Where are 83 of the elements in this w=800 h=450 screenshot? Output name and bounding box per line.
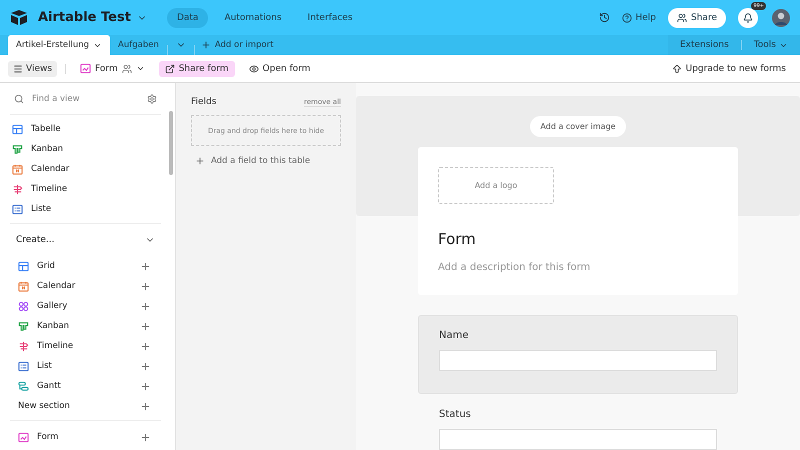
timeline-view-icon: [18, 340, 29, 352]
create-view-item[interactable]: Kanban: [37, 321, 132, 331]
plus-icon: [195, 156, 205, 166]
plus-icon[interactable]: [140, 260, 151, 272]
new-section-item[interactable]: New section: [18, 401, 132, 411]
add-field-button[interactable]: Add a field to this table: [191, 156, 314, 166]
view-switcher[interactable]: Form: [74, 60, 151, 77]
field-label: Name: [439, 330, 470, 341]
view-item[interactable]: Tabelle: [31, 124, 159, 134]
open-form-button[interactable]: Open form: [242, 60, 316, 76]
plus-icon[interactable]: [140, 380, 151, 392]
arrow-up-icon: [672, 64, 682, 74]
view-item[interactable]: Liste: [31, 204, 159, 214]
create-view-item[interactable]: Timeline: [37, 341, 132, 351]
create-view-item[interactable]: Form: [37, 432, 132, 442]
users-icon: [122, 64, 132, 74]
calendar-view-icon: [12, 164, 23, 174]
bell-icon: [743, 12, 753, 22]
cube-logo-icon: [10, 10, 28, 25]
add-logo-button[interactable]: Add a logo: [438, 167, 554, 204]
fields-title: Fields: [191, 97, 216, 107]
plus-icon[interactable]: [140, 340, 151, 352]
help-button[interactable]: Help: [616, 8, 662, 26]
view-item[interactable]: Calendar: [31, 164, 159, 174]
table-tab[interactable]: Artikel-Erstellung: [8, 35, 110, 55]
history-icon[interactable]: [599, 12, 610, 23]
gantt-view-icon: [18, 380, 29, 392]
view-item[interactable]: Kanban: [31, 144, 159, 154]
add-cover-button[interactable]: Add a cover image: [530, 116, 626, 137]
plus-icon[interactable]: [140, 280, 151, 292]
plus-icon[interactable]: [140, 300, 151, 312]
avatar-icon[interactable]: [772, 8, 790, 26]
create-view-item[interactable]: Gantt: [37, 381, 132, 391]
base-title[interactable]: Airtable Test: [38, 10, 131, 25]
plus-icon[interactable]: [140, 432, 151, 442]
create-heading[interactable]: Create...: [16, 235, 54, 245]
search-icon: [14, 94, 24, 104]
nav-tab[interactable]: Interfaces: [298, 8, 363, 28]
form-field[interactable]: Status: [418, 394, 738, 450]
eye-icon: [248, 64, 259, 74]
plus-icon[interactable]: [140, 360, 151, 372]
kanban-view-icon: [18, 320, 29, 332]
create-view-item[interactable]: Calendar: [37, 281, 132, 291]
form-view-icon: [80, 63, 92, 74]
grid-view-icon: [12, 124, 23, 134]
share-button[interactable]: Share: [668, 8, 726, 28]
help-icon: [622, 12, 632, 22]
notifications-button[interactable]: [738, 8, 758, 28]
calendar-view-icon: [18, 280, 29, 292]
users-icon: [677, 12, 688, 22]
field-label: Status: [439, 409, 472, 420]
extensions-button[interactable]: Extensions: [674, 36, 735, 54]
add-import-button[interactable]: Add or import: [194, 35, 280, 55]
plus-icon[interactable]: [140, 320, 151, 332]
plus-icon[interactable]: [140, 400, 151, 412]
kanban-view-icon: [12, 144, 23, 154]
nav-tab[interactable]: Data: [166, 8, 208, 28]
nav-tab[interactable]: Automations: [214, 8, 292, 28]
timeline-view-icon: [12, 184, 23, 194]
field-input[interactable]: [439, 429, 717, 450]
settings-icon[interactable]: [147, 94, 157, 104]
table-tab[interactable]: Aufgaben: [110, 35, 167, 55]
external-link-icon: [164, 64, 175, 74]
list-view-icon: [18, 360, 29, 372]
scrollbar[interactable]: [169, 111, 173, 175]
plus-icon: [200, 40, 211, 50]
create-view-item[interactable]: List: [37, 361, 132, 371]
grid-view-icon: [18, 260, 29, 272]
gallery-view-icon: [18, 300, 29, 312]
field-input[interactable]: [439, 350, 717, 371]
create-view-item[interactable]: Gallery: [37, 301, 132, 311]
upgrade-button[interactable]: Upgrade to new forms: [666, 60, 792, 76]
form-title[interactable]: Form: [438, 230, 718, 248]
view-item[interactable]: Timeline: [31, 184, 159, 194]
tools-button[interactable]: Tools: [748, 36, 794, 54]
list-view-icon: [12, 204, 23, 214]
share-form-button[interactable]: Share form: [158, 60, 235, 76]
chevron-down-icon: [136, 64, 145, 73]
form-field[interactable]: Name: [418, 315, 738, 394]
views-button[interactable]: Views: [8, 60, 58, 76]
menu-icon: [13, 64, 23, 74]
form-view-icon: [18, 432, 29, 442]
create-view-item[interactable]: Grid: [37, 261, 132, 271]
